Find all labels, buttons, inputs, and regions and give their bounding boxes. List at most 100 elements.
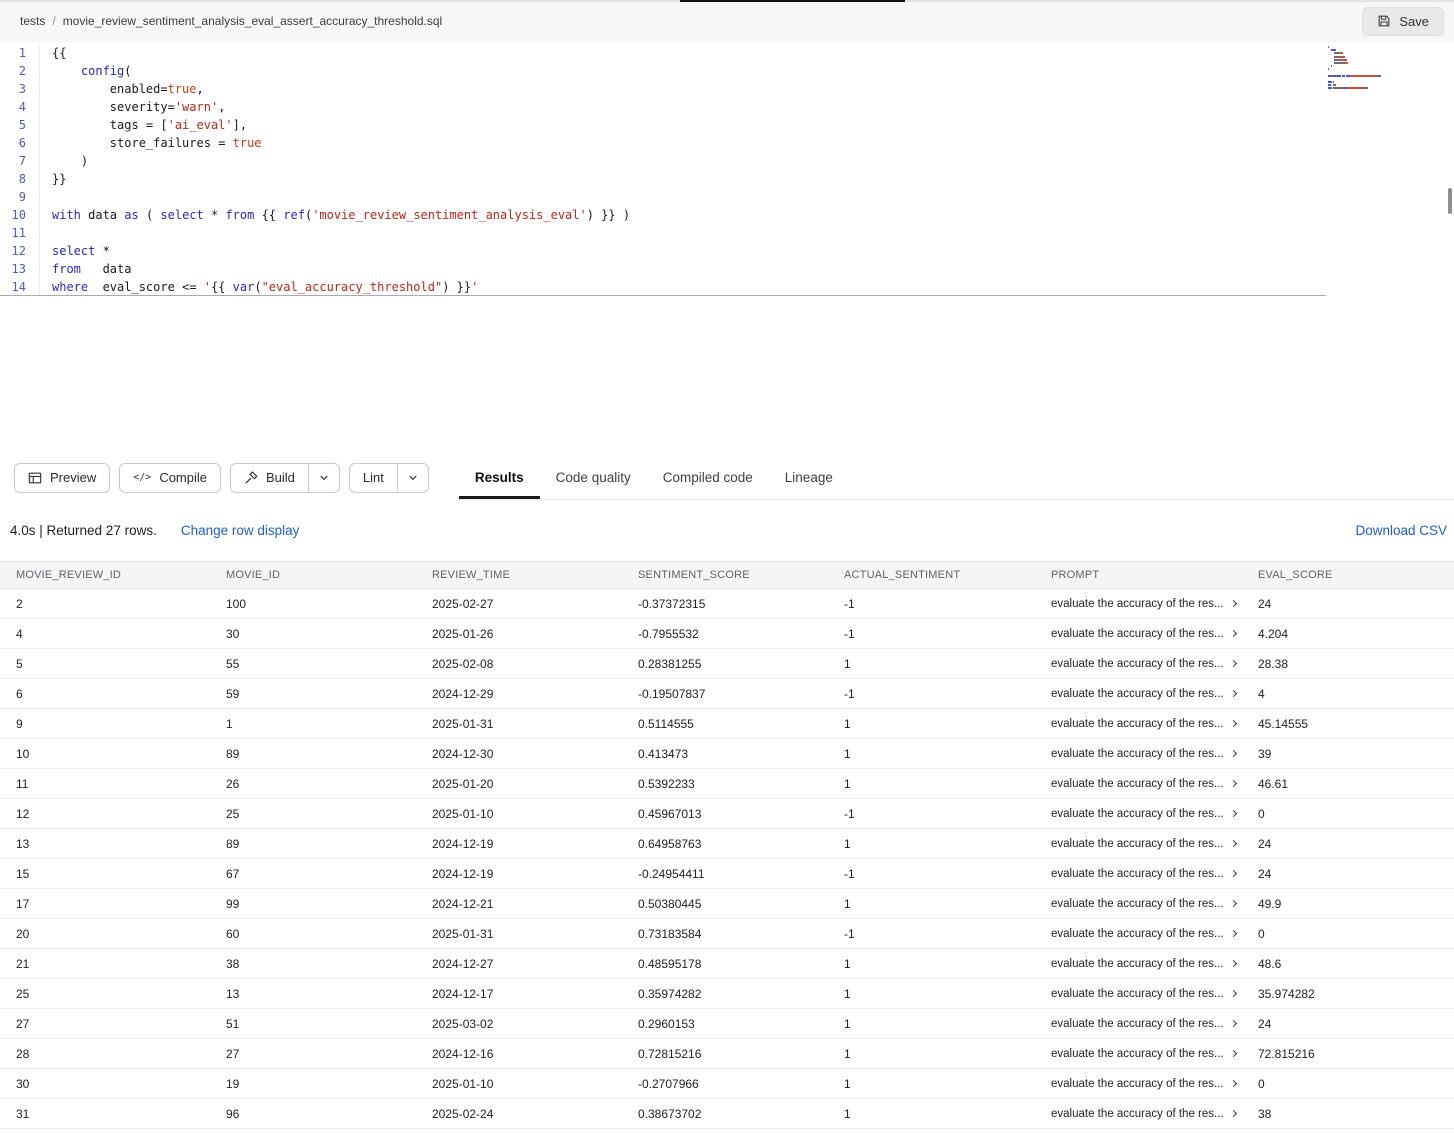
cell: 27 — [16, 1017, 226, 1031]
cell: 46.61 — [1258, 777, 1454, 791]
prompt-cell[interactable]: evaluate the accuracy of the res... — [1051, 958, 1258, 970]
tab-results[interactable]: Results — [459, 455, 540, 499]
expand-prompt-icon[interactable] — [1230, 780, 1237, 787]
table-row: 12252025-01-100.45967013-1evaluate the a… — [0, 799, 1454, 829]
tab-code-quality[interactable]: Code quality — [540, 455, 647, 499]
build-dropdown-button[interactable] — [309, 463, 340, 493]
minimap[interactable] — [1328, 46, 1440, 91]
code-line[interactable]: 11 — [0, 224, 1454, 242]
cell: 1 — [844, 897, 1051, 911]
table-row: 10892024-12-300.4134731evaluate the accu… — [0, 739, 1454, 769]
build-button[interactable]: Build — [230, 463, 309, 493]
code-line[interactable]: 8}} — [0, 170, 1454, 188]
cell: 10 — [16, 747, 226, 761]
expand-prompt-icon[interactable] — [1230, 870, 1237, 877]
cell: 45.14555 — [1258, 717, 1454, 731]
expand-prompt-icon[interactable] — [1230, 840, 1237, 847]
expand-prompt-icon[interactable] — [1230, 630, 1237, 637]
prompt-cell[interactable]: evaluate the accuracy of the res... — [1051, 868, 1258, 880]
column-header: REVIEW_TIME — [432, 569, 638, 581]
code-text: store_failures = true — [40, 134, 262, 152]
code-line[interactable]: 3 enabled=true, — [0, 80, 1454, 98]
code-line[interactable]: 9 — [0, 188, 1454, 206]
save-icon — [1377, 14, 1391, 28]
change-row-display-link[interactable]: Change row display — [181, 523, 300, 538]
prompt-preview-text: evaluate the accuracy of the res... — [1051, 868, 1224, 880]
tab-lineage[interactable]: Lineage — [769, 455, 849, 499]
expand-prompt-icon[interactable] — [1230, 750, 1237, 757]
tab-compiled-code[interactable]: Compiled code — [647, 455, 769, 499]
code-line[interactable]: 2 config( — [0, 62, 1454, 80]
prompt-cell[interactable]: evaluate the accuracy of the res... — [1051, 808, 1258, 820]
cell: 0.50380445 — [638, 897, 844, 911]
expand-prompt-icon[interactable] — [1230, 600, 1237, 607]
prompt-cell[interactable]: evaluate the accuracy of the res... — [1051, 718, 1258, 730]
prompt-cell[interactable]: evaluate the accuracy of the res... — [1051, 928, 1258, 940]
expand-prompt-icon[interactable] — [1230, 930, 1237, 937]
code-line[interactable]: 6 store_failures = true — [0, 134, 1454, 152]
cell: 0.72815216 — [638, 1047, 844, 1061]
cell: -1 — [844, 867, 1051, 881]
code-line[interactable]: 12select * — [0, 242, 1454, 260]
expand-prompt-icon[interactable] — [1230, 660, 1237, 667]
code-line[interactable]: 5 tags = ['ai_eval'], — [0, 116, 1454, 134]
expand-prompt-icon[interactable] — [1230, 960, 1237, 967]
code-line[interactable]: 13from data — [0, 260, 1454, 278]
breadcrumb-file[interactable]: movie_review_sentiment_analysis_eval_ass… — [63, 14, 443, 28]
cell: -0.37372315 — [638, 597, 844, 611]
line-number: 7 — [0, 152, 40, 170]
prompt-cell[interactable]: evaluate the accuracy of the res... — [1051, 1108, 1258, 1120]
prompt-cell[interactable]: evaluate the accuracy of the res... — [1051, 988, 1258, 1000]
prompt-cell[interactable]: evaluate the accuracy of the res... — [1051, 1048, 1258, 1060]
table-row: 31962025-02-240.386737021evaluate the ac… — [0, 1099, 1454, 1129]
lint-button[interactable]: Lint — [349, 463, 398, 493]
cell: 2025-01-10 — [432, 807, 638, 821]
prompt-cell[interactable]: evaluate the accuracy of the res... — [1051, 898, 1258, 910]
code-text: enabled=true, — [40, 80, 204, 98]
code-line[interactable]: 1{{ — [0, 44, 1454, 62]
save-label: Save — [1399, 14, 1429, 29]
scrollbar-thumb[interactable] — [1448, 188, 1452, 214]
code-editor[interactable]: 1{{2 config(3 enabled=true,4 severity='w… — [0, 42, 1454, 455]
download-csv-link[interactable]: Download CSV — [1355, 523, 1447, 538]
prompt-cell[interactable]: evaluate the accuracy of the res... — [1051, 598, 1258, 610]
table-row: 27512025-03-020.29601531evaluate the acc… — [0, 1009, 1454, 1039]
cell: -1 — [844, 687, 1051, 701]
prompt-cell[interactable]: evaluate the accuracy of the res... — [1051, 658, 1258, 670]
cell: 0.413473 — [638, 747, 844, 761]
cell: 72.815216 — [1258, 1047, 1454, 1061]
cell: 30 — [16, 1077, 226, 1091]
lint-dropdown-button[interactable] — [398, 463, 429, 493]
build-label: Build — [266, 470, 295, 485]
cell: 48.6 — [1258, 957, 1454, 971]
expand-prompt-icon[interactable] — [1230, 1050, 1237, 1057]
prompt-cell[interactable]: evaluate the accuracy of the res... — [1051, 1018, 1258, 1030]
prompt-cell[interactable]: evaluate the accuracy of the res... — [1051, 688, 1258, 700]
prompt-cell[interactable]: evaluate the accuracy of the res... — [1051, 1078, 1258, 1090]
expand-prompt-icon[interactable] — [1230, 1020, 1237, 1027]
code-line[interactable]: 10with data as ( select * from {{ ref('m… — [0, 206, 1454, 224]
cell: 2025-02-27 — [432, 597, 638, 611]
expand-prompt-icon[interactable] — [1230, 690, 1237, 697]
chevron-down-icon — [408, 473, 418, 483]
prompt-cell[interactable]: evaluate the accuracy of the res... — [1051, 838, 1258, 850]
prompt-cell[interactable]: evaluate the accuracy of the res... — [1051, 748, 1258, 760]
code-line[interactable]: 7 ) — [0, 152, 1454, 170]
breadcrumb-folder[interactable]: tests — [20, 14, 45, 28]
compile-button[interactable]: </> Compile — [119, 463, 221, 493]
cell: 59 — [226, 687, 432, 701]
prompt-cell[interactable]: evaluate the accuracy of the res... — [1051, 778, 1258, 790]
expand-prompt-icon[interactable] — [1230, 720, 1237, 727]
expand-prompt-icon[interactable] — [1230, 1110, 1237, 1117]
preview-button[interactable]: Preview — [14, 463, 110, 493]
code-text: where eval_score <= '{{ var("eval_accura… — [40, 278, 478, 295]
expand-prompt-icon[interactable] — [1230, 1080, 1237, 1087]
cell: 11 — [16, 777, 226, 791]
expand-prompt-icon[interactable] — [1230, 810, 1237, 817]
save-button[interactable]: Save — [1362, 7, 1444, 36]
expand-prompt-icon[interactable] — [1230, 990, 1237, 997]
prompt-cell[interactable]: evaluate the accuracy of the res... — [1051, 628, 1258, 640]
code-line[interactable]: 14where eval_score <= '{{ var("eval_accu… — [0, 278, 1326, 296]
code-line[interactable]: 4 severity='warn', — [0, 98, 1454, 116]
expand-prompt-icon[interactable] — [1230, 900, 1237, 907]
